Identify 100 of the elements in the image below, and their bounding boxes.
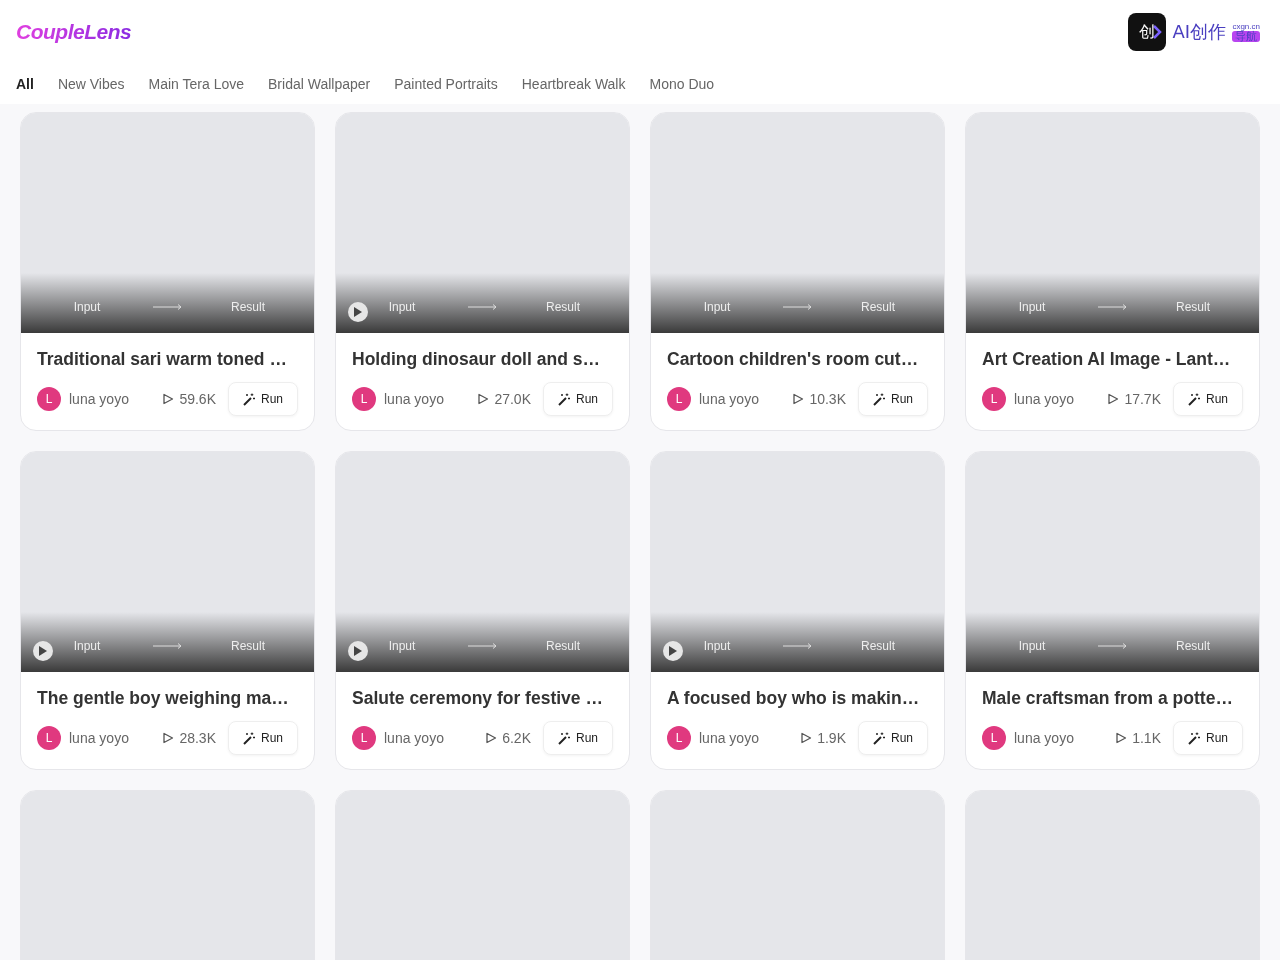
run-button[interactable]: Run <box>228 382 298 416</box>
run-button[interactable]: Run <box>228 721 298 755</box>
magic-wand-icon <box>558 392 571 406</box>
play-icon[interactable] <box>348 641 368 661</box>
template-card[interactable]: Input Result A focused boy who is makin… L luna yoyo 1.9K Run <box>650 451 945 770</box>
play-count-icon <box>792 393 805 405</box>
card-title: Male craftsman from a potte… <box>982 688 1234 709</box>
run-button[interactable]: Run <box>543 721 613 755</box>
play-count: 1.9K <box>817 730 846 746</box>
author-avatar: L <box>982 726 1006 750</box>
result-label: Result <box>546 300 580 314</box>
play-icon[interactable] <box>348 302 368 322</box>
arrow-icon <box>153 643 182 649</box>
result-label: Result <box>1176 300 1210 314</box>
author-name: luna yoyo <box>69 391 130 407</box>
template-card[interactable]: Input Result Holding dinosaur doll and s… L luna yoyo 27.0K Run <box>335 112 630 431</box>
author-avatar: L <box>667 387 691 411</box>
author-name: luna yoyo <box>1014 391 1075 407</box>
template-card[interactable]: Input Result Art Creation AI Image - Lant… L luna yoyo 17.7K Run <box>965 112 1260 431</box>
play-count: 1.1K <box>1132 730 1161 746</box>
play-icon[interactable] <box>33 641 53 661</box>
play-count: 28.3K <box>179 730 216 746</box>
input-label: Input <box>703 300 731 314</box>
card-title: Salute ceremony for festive … <box>352 688 604 709</box>
play-count: 6.2K <box>502 730 531 746</box>
play-count-icon <box>485 732 498 744</box>
author-name: luna yoyo <box>384 391 445 407</box>
result-label: Result <box>861 639 895 653</box>
result-label: Result <box>546 639 580 653</box>
template-card[interactable]: Input Result The gentle boy weighing ma… L luna yoyo 28.3K Run <box>20 451 315 770</box>
category-tab[interactable]: Heartbreak Walk <box>521 76 626 92</box>
template-card[interactable]: Input Result Male craftsman from a potte… L luna yoyo 1.1K Run <box>965 451 1260 770</box>
input-label: Input <box>388 639 416 653</box>
author-name: luna yoyo <box>699 730 760 746</box>
play-count: 17.7K <box>1124 391 1161 407</box>
category-tab[interactable]: Mono Duo <box>649 76 715 92</box>
card-title: The gentle boy weighing ma… <box>37 688 290 709</box>
input-label: Input <box>1018 639 1046 653</box>
arrow-icon <box>468 304 497 310</box>
play-count-icon <box>477 393 490 405</box>
result-label: Result <box>1176 639 1210 653</box>
card-title: Holding dinosaur doll and s… <box>352 349 601 370</box>
play-count-icon <box>800 732 813 744</box>
magic-wand-icon <box>1188 731 1201 745</box>
author-name: luna yoyo <box>384 730 445 746</box>
result-label: Result <box>231 639 265 653</box>
template-card[interactable]: Input Result Cartoon children's room cut… L luna yoyo 10.3K Run <box>650 112 945 431</box>
run-button[interactable]: Run <box>858 721 928 755</box>
template-card[interactable]: Input Result Salute ceremony for festive … L luna yoyo 6.2K Run <box>335 451 630 770</box>
arrow-icon <box>153 304 182 310</box>
input-label: Input <box>703 639 731 653</box>
magic-wand-icon <box>558 731 571 745</box>
play-count-icon <box>1115 732 1128 744</box>
arrow-icon <box>1098 643 1127 649</box>
arrow-icon <box>1098 304 1127 310</box>
input-label: Input <box>1018 300 1046 314</box>
arrow-icon <box>783 643 812 649</box>
template-card[interactable]: Input Result Traditional sari warm toned … L luna yoyo 59.6K Run <box>20 112 315 431</box>
partner-domain: cxgn.cn <box>1232 22 1260 31</box>
category-tab[interactable]: Painted Portraits <box>394 76 498 92</box>
result-label: Result <box>231 300 265 314</box>
category-tab[interactable]: Main Tera Love <box>148 76 245 92</box>
category-tab[interactable]: New Vibes <box>57 76 125 92</box>
input-label: Input <box>73 300 101 314</box>
author-avatar: L <box>37 726 61 750</box>
play-count: 10.3K <box>809 391 846 407</box>
arrow-icon <box>468 643 497 649</box>
arrow-icon <box>783 304 812 310</box>
card-title: Art Creation AI Image - Lant… <box>982 349 1232 370</box>
author-avatar: L <box>352 726 376 750</box>
magic-wand-icon <box>873 731 886 745</box>
author-name: luna yoyo <box>1014 730 1075 746</box>
category-tab[interactable]: All <box>16 76 34 92</box>
play-count: 27.0K <box>494 391 531 407</box>
result-label: Result <box>861 300 895 314</box>
card-title: Traditional sari warm toned … <box>37 349 288 370</box>
play-icon[interactable] <box>663 641 683 661</box>
input-label: Input <box>388 300 416 314</box>
play-count-icon <box>162 732 175 744</box>
magic-wand-icon <box>1188 392 1201 406</box>
input-label: Input <box>73 639 101 653</box>
run-button[interactable]: Run <box>1173 382 1243 416</box>
partner-name: AI创作 <box>1172 20 1226 44</box>
author-avatar: L <box>352 387 376 411</box>
card-title: Cartoon children's room cut… <box>667 349 920 370</box>
play-count: 59.6K <box>179 391 216 407</box>
partner-badge: 导航 <box>1232 30 1260 42</box>
category-tab[interactable]: Bridal Wallpaper <box>268 76 371 92</box>
play-count-icon <box>1107 393 1120 405</box>
play-count-icon <box>162 393 175 405</box>
run-button[interactable]: Run <box>543 382 613 416</box>
author-name: luna yoyo <box>69 730 130 746</box>
run-button[interactable]: Run <box>1173 721 1243 755</box>
partner-logo-icon[interactable]: 创 <box>1128 13 1167 51</box>
author-name: luna yoyo <box>699 391 760 407</box>
run-button[interactable]: Run <box>858 382 928 416</box>
author-avatar: L <box>667 726 691 750</box>
author-avatar: L <box>982 387 1006 411</box>
magic-wand-icon <box>243 392 256 406</box>
magic-wand-icon <box>243 731 256 745</box>
